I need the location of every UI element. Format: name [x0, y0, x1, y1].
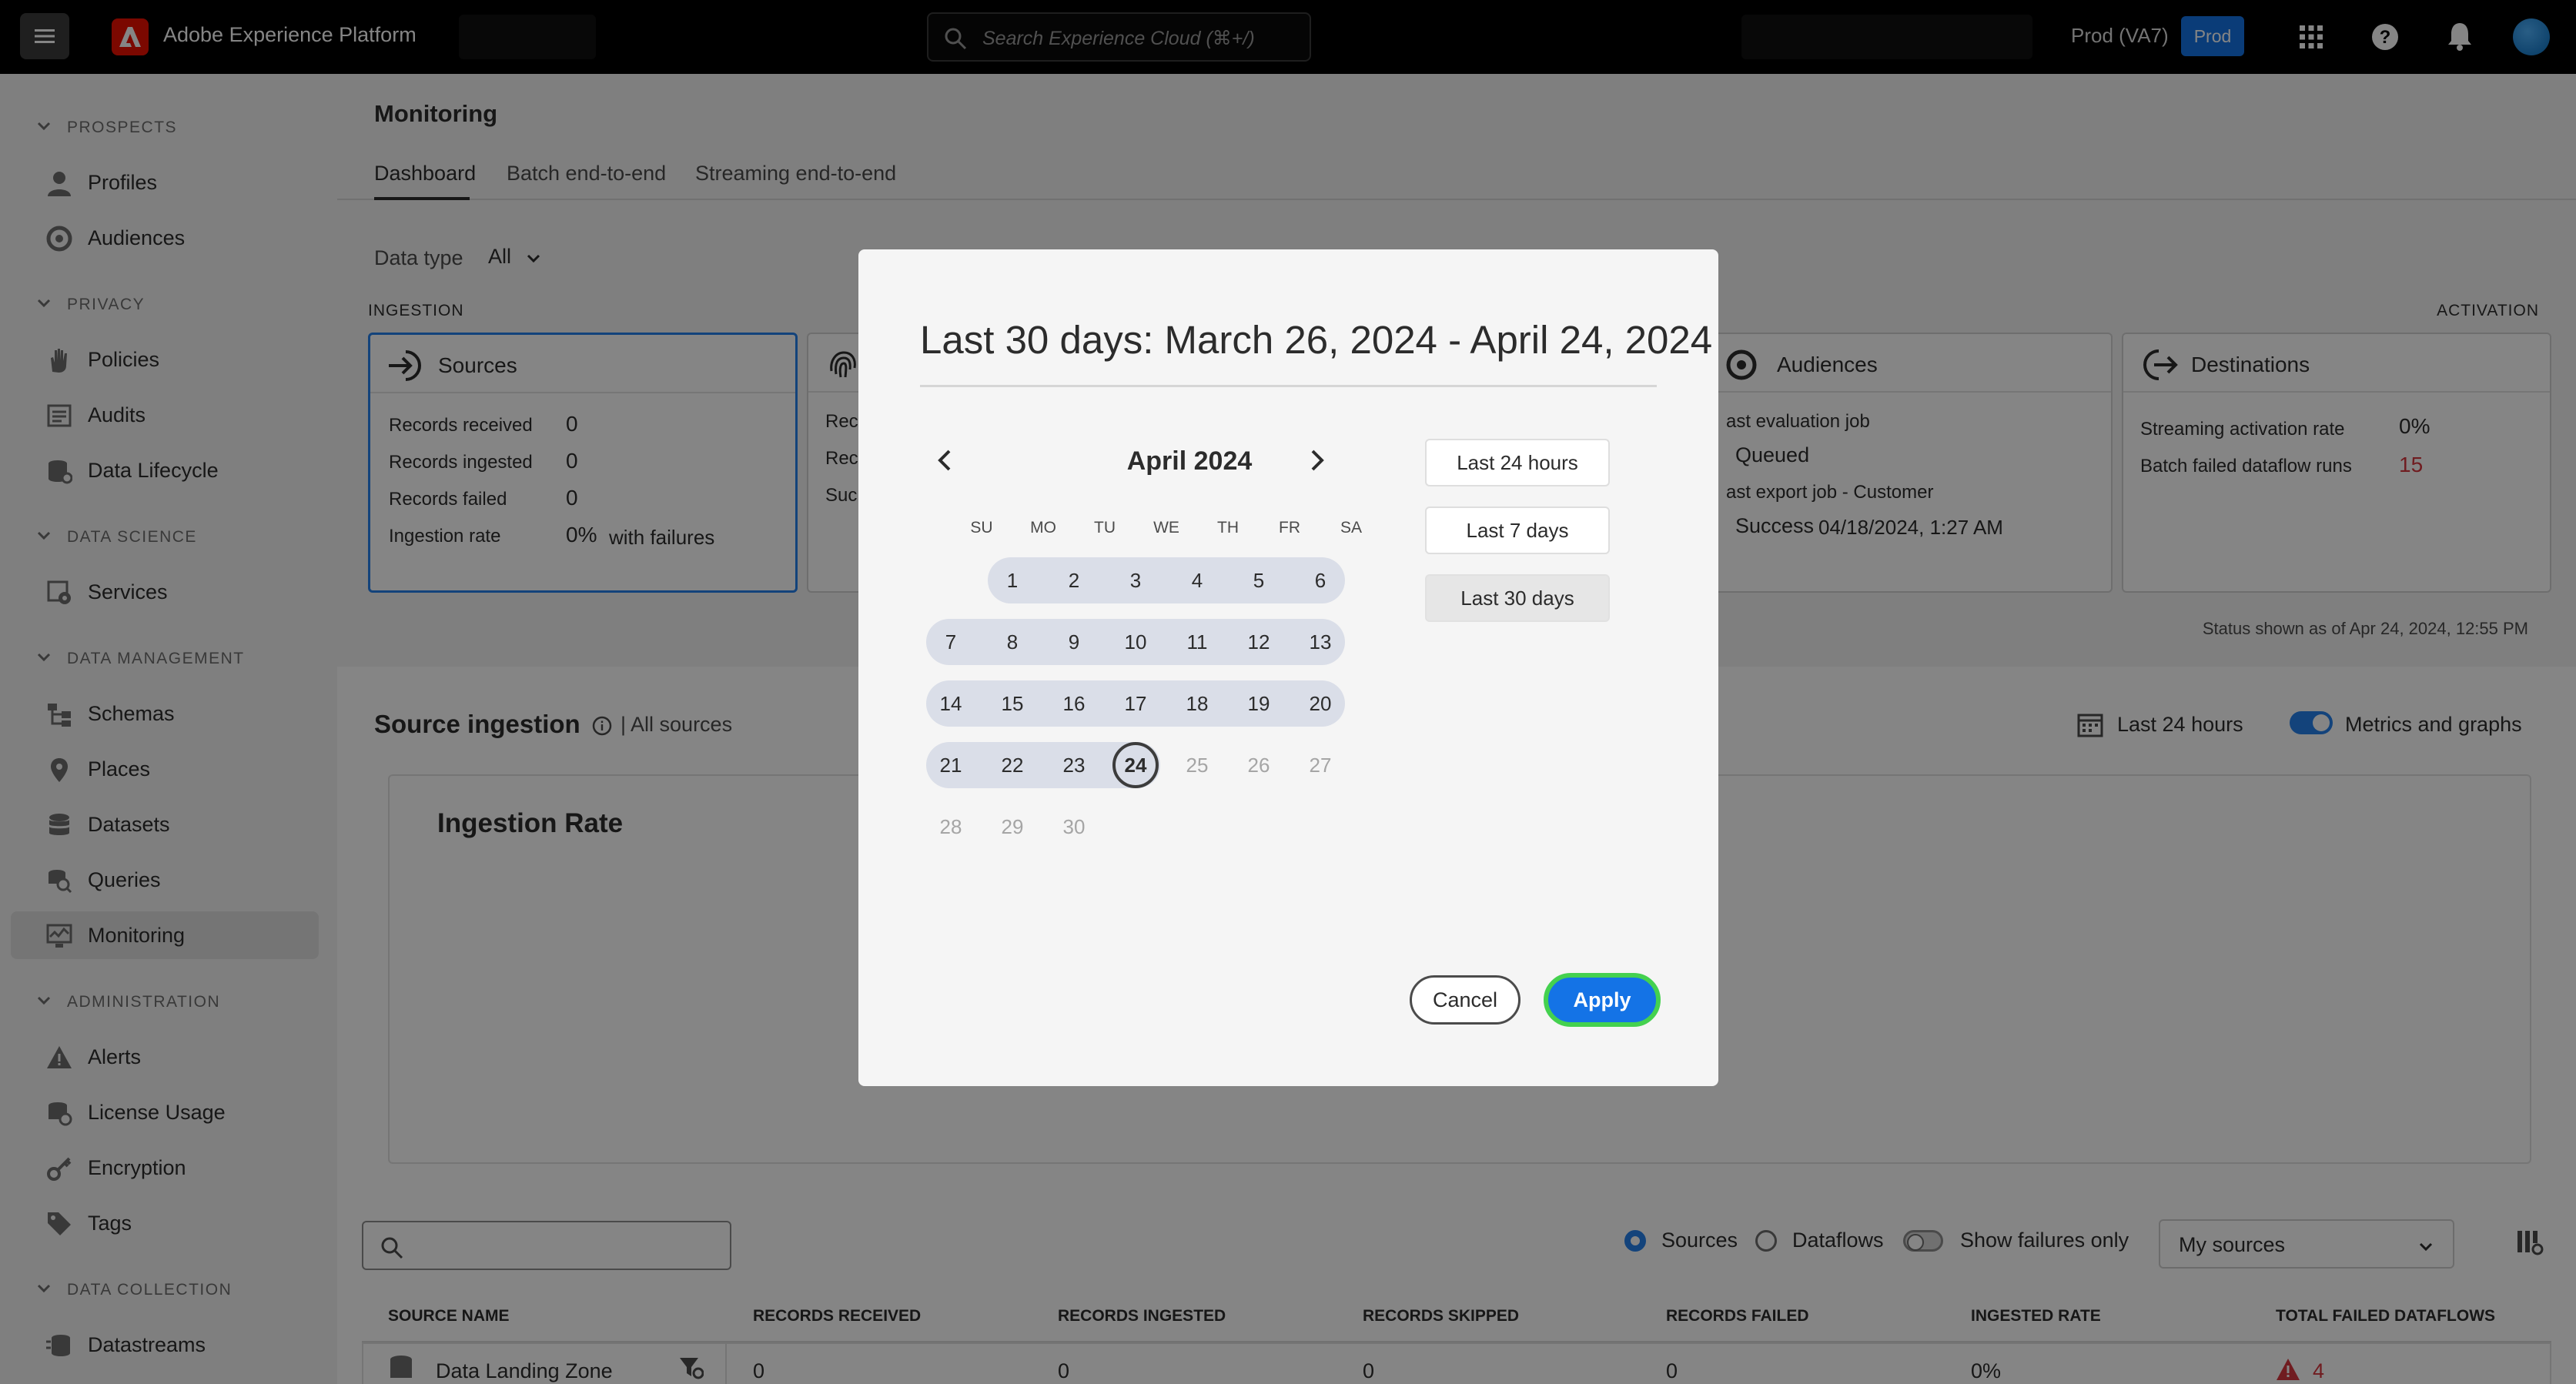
weekday-header: TU: [1094, 519, 1116, 537]
calendar-day[interactable]: 2: [1051, 557, 1097, 603]
calendar-day-disabled: 30: [1062, 815, 1086, 838]
calendar-day[interactable]: 12: [1236, 619, 1282, 665]
calendar-day-disabled: 26: [1247, 754, 1270, 777]
calendar-day[interactable]: 21: [928, 742, 974, 788]
calendar-day[interactable]: 8: [989, 619, 1035, 665]
weekday-header: SA: [1340, 519, 1362, 537]
preset-last-7-days[interactable]: Last 7 days: [1425, 506, 1610, 554]
calendar-day[interactable]: 22: [989, 742, 1035, 788]
calendar-day[interactable]: 7: [928, 619, 974, 665]
calendar-day[interactable]: 18: [1174, 680, 1220, 727]
calendar-day[interactable]: 20: [1297, 680, 1343, 727]
calendar-day[interactable]: 3: [1112, 557, 1159, 603]
chevron-left-icon: [938, 450, 951, 471]
calendar-day[interactable]: 11: [1174, 619, 1220, 665]
calendar-day[interactable]: 19: [1236, 680, 1282, 727]
calendar-day[interactable]: 1: [989, 557, 1035, 603]
chevron-right-icon: [1311, 450, 1324, 471]
calendar-day[interactable]: 10: [1112, 619, 1159, 665]
calendar-day[interactable]: 15: [989, 680, 1035, 727]
calendar-day[interactable]: 9: [1051, 619, 1097, 665]
date-range-dialog: Last 30 days: March 26, 2024 - April 24,…: [858, 249, 1718, 1086]
previous-month-button[interactable]: [928, 443, 962, 477]
calendar-day-selected[interactable]: 24: [1112, 742, 1159, 788]
preset-last-30-days[interactable]: Last 30 days: [1425, 574, 1610, 622]
calendar-day-disabled: 27: [1309, 754, 1332, 777]
dialog-divider: [920, 385, 1657, 387]
calendar-day[interactable]: 16: [1051, 680, 1097, 727]
dialog-title: Last 30 days: March 26, 2024 - April 24,…: [920, 318, 1713, 362]
calendar-day-disabled: 28: [939, 815, 962, 838]
calendar-day[interactable]: 13: [1297, 619, 1343, 665]
calendar-day[interactable]: 4: [1174, 557, 1220, 603]
preset-last-24-hours[interactable]: Last 24 hours: [1425, 439, 1610, 486]
weekday-header: TH: [1217, 519, 1239, 537]
calendar-day-disabled: 29: [1001, 815, 1024, 838]
calendar-day[interactable]: 14: [928, 680, 974, 727]
range-highlight: [988, 557, 1345, 603]
weekday-header: FR: [1279, 519, 1300, 537]
calendar-day[interactable]: 5: [1236, 557, 1282, 603]
month-label: April 2024: [1126, 446, 1253, 476]
calendar-day[interactable]: 17: [1112, 680, 1159, 727]
weekday-header: MO: [1030, 519, 1056, 537]
weekday-header: SU: [970, 519, 993, 537]
next-month-button[interactable]: [1300, 443, 1334, 477]
calendar-day-disabled: 25: [1186, 754, 1209, 777]
apply-button[interactable]: Apply: [1544, 973, 1661, 1027]
calendar-day[interactable]: 6: [1297, 557, 1343, 603]
calendar-day[interactable]: 23: [1051, 742, 1097, 788]
cancel-button[interactable]: Cancel: [1410, 975, 1521, 1025]
weekday-header: WE: [1153, 519, 1179, 537]
